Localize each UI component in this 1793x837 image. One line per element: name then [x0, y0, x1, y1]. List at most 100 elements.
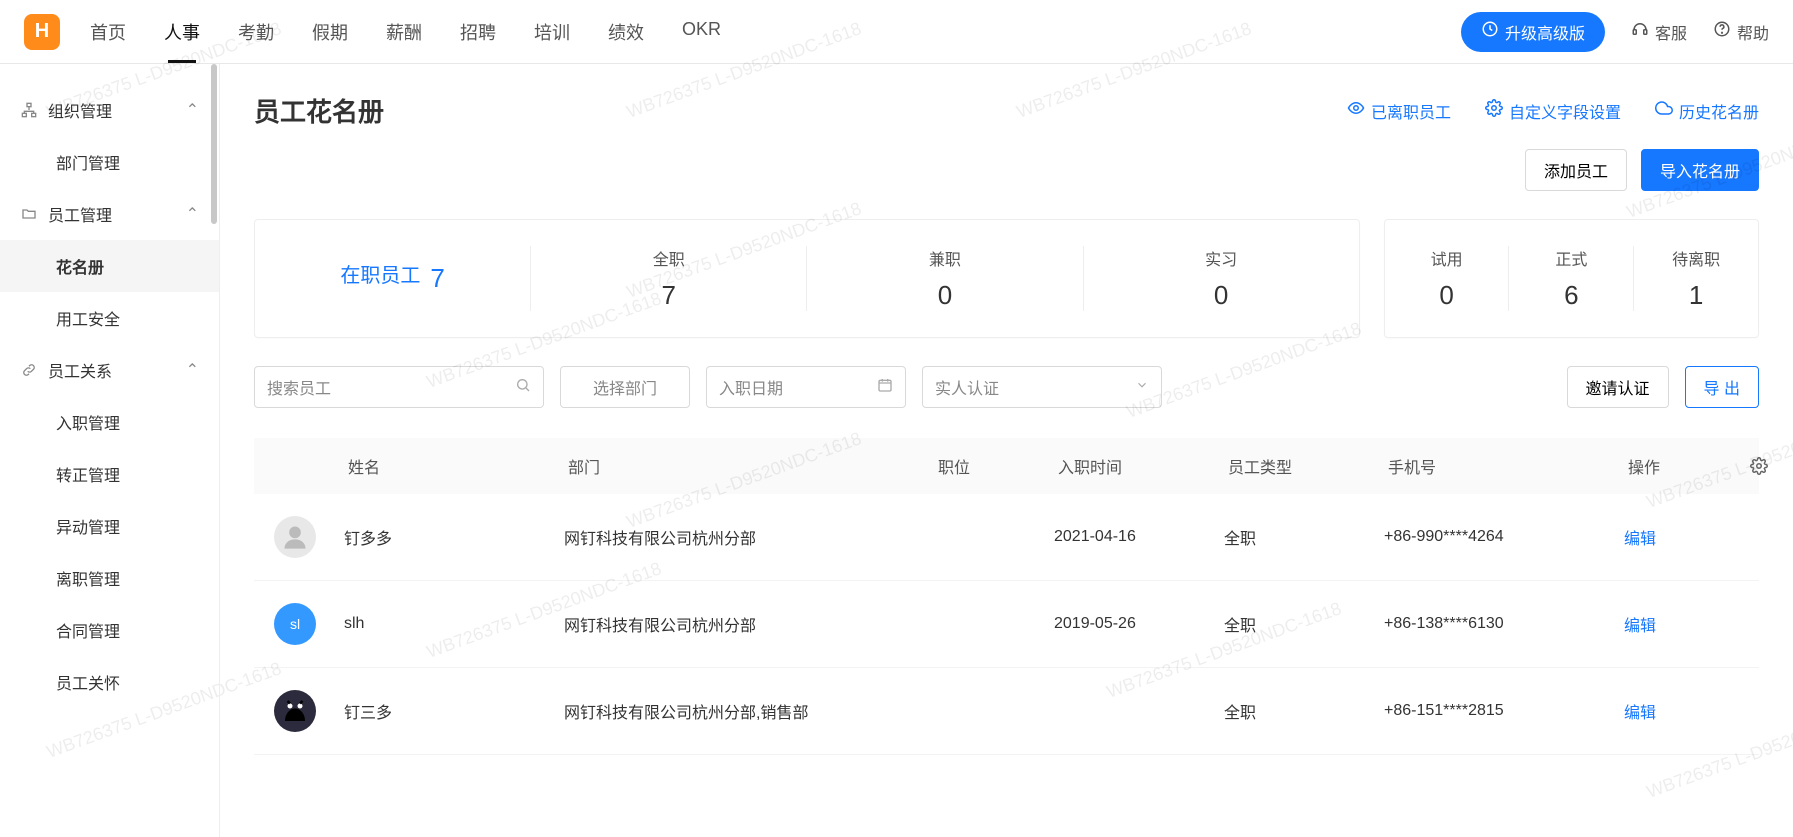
- sidebar-item-contract[interactable]: 合同管理: [0, 604, 219, 656]
- support-link[interactable]: 客服: [1631, 20, 1687, 44]
- page-title: 员工花名册: [254, 92, 384, 129]
- history-link[interactable]: 历史花名册: [1655, 99, 1759, 123]
- stat-label: 正式: [1509, 246, 1633, 270]
- edit-link[interactable]: 编辑: [1624, 612, 1734, 636]
- topnav-holiday[interactable]: 假期: [312, 1, 348, 63]
- stats-card-main: 在职员工 7 全职 7 兼职 0 实习 0: [254, 219, 1360, 338]
- help-icon: [1713, 20, 1731, 43]
- stats-card-secondary: 试用 0 正式 6 待离职 1: [1384, 219, 1759, 338]
- hire-date-label: 入职日期: [719, 375, 783, 399]
- topnav-training[interactable]: 培训: [534, 1, 570, 63]
- help-link[interactable]: 帮助: [1713, 20, 1769, 44]
- import-roster-button[interactable]: 导入花名册: [1641, 149, 1759, 191]
- resigned-label: 已离职员工: [1371, 99, 1451, 123]
- stat-regular[interactable]: 正式 6: [1508, 246, 1633, 311]
- cell-type: 全职: [1224, 699, 1384, 723]
- stat-fulltime[interactable]: 全职 7: [530, 246, 806, 311]
- search-placeholder: 搜索员工: [267, 375, 515, 399]
- crown-icon: [1481, 20, 1499, 43]
- add-employee-button[interactable]: 添加员工: [1525, 149, 1627, 191]
- stat-label: 待离职: [1634, 246, 1758, 270]
- invite-auth-button[interactable]: 邀请认证: [1567, 366, 1669, 408]
- search-input[interactable]: 搜索员工: [254, 366, 544, 408]
- sidebar-item-transfer[interactable]: 异动管理: [0, 500, 219, 552]
- avatar: [274, 516, 316, 558]
- sidebar-item-care[interactable]: 员工关怀: [0, 656, 219, 708]
- topnav-home[interactable]: 首页: [90, 1, 126, 63]
- stat-label: 全职: [531, 246, 806, 270]
- th-hire: 入职时间: [1054, 454, 1224, 478]
- logo[interactable]: H: [24, 14, 60, 50]
- edit-link[interactable]: 编辑: [1624, 699, 1734, 723]
- sidebar-item-regularize[interactable]: 转正管理: [0, 448, 219, 500]
- sidebar-item-onboard[interactable]: 入职管理: [0, 396, 219, 448]
- topnav-okr[interactable]: OKR: [682, 1, 721, 63]
- sidebar-group-employee[interactable]: 员工管理 ⌃: [0, 188, 219, 240]
- sidebar-item-roster[interactable]: 花名册: [0, 240, 219, 292]
- stat-value: 0: [807, 280, 1082, 311]
- topnav-recruit[interactable]: 招聘: [460, 1, 496, 63]
- sidebar-group-org-label: 组织管理: [48, 98, 112, 122]
- stat-label: 实习: [1084, 246, 1359, 270]
- th-dept: 部门: [564, 454, 934, 478]
- sidebar-item-department[interactable]: 部门管理: [0, 136, 219, 188]
- table-row[interactable]: 钉多多 网钉科技有限公司杭州分部 2021-04-16 全职 +86-990**…: [254, 494, 1759, 581]
- sidebar-item-offboard[interactable]: 离职管理: [0, 552, 219, 604]
- resigned-link[interactable]: 已离职员工: [1347, 99, 1451, 123]
- upgrade-label: 升级高级版: [1505, 20, 1585, 44]
- hire-date-picker[interactable]: 入职日期: [706, 366, 906, 408]
- topbar: H 首页 人事 考勤 假期 薪酬 招聘 培训 绩效 OKR 升级高级版 客服 帮…: [0, 0, 1793, 64]
- stat-value: 1: [1634, 280, 1758, 311]
- stat-parttime[interactable]: 兼职 0: [806, 246, 1082, 311]
- stat-value: 7: [531, 280, 806, 311]
- employee-table: 姓名 部门 职位 入职时间 员工类型 手机号 操作 钉多多 网钉科技有限公司杭州…: [254, 438, 1759, 755]
- avatar: sl: [274, 603, 316, 645]
- calendar-icon: [877, 377, 893, 398]
- sidebar: 组织管理 ⌃ 部门管理 员工管理 ⌃ 花名册 用工安全 员工关系 ⌃ 入职管理 …: [0, 64, 220, 837]
- cloud-icon: [1655, 99, 1673, 122]
- real-auth-select[interactable]: 实人认证: [922, 366, 1162, 408]
- real-auth-label: 实人认证: [935, 375, 999, 399]
- stat-value: 7: [430, 263, 444, 294]
- custom-fields-label: 自定义字段设置: [1509, 99, 1621, 123]
- stat-value: 0: [1385, 280, 1509, 311]
- sidebar-group-org[interactable]: 组织管理 ⌃: [0, 84, 219, 136]
- topnav-attendance[interactable]: 考勤: [238, 1, 274, 63]
- cell-phone: +86-138****6130: [1384, 615, 1624, 633]
- stat-label: 在职员工: [340, 259, 420, 288]
- topnav-salary[interactable]: 薪酬: [386, 1, 422, 63]
- cell-hire: 2021-04-16: [1054, 528, 1224, 546]
- sidebar-group-relation-label: 员工关系: [48, 358, 112, 382]
- sidebar-group-relation[interactable]: 员工关系 ⌃: [0, 344, 219, 396]
- cell-type: 全职: [1224, 525, 1384, 549]
- folder-icon: [20, 205, 38, 223]
- department-select[interactable]: 选择部门: [560, 366, 690, 408]
- avatar: [274, 690, 316, 732]
- stat-probation[interactable]: 试用 0: [1385, 246, 1509, 311]
- stat-intern[interactable]: 实习 0: [1083, 246, 1359, 311]
- link-icon: [20, 361, 38, 379]
- table-row[interactable]: sl slh 网钉科技有限公司杭州分部 2019-05-26 全职 +86-13…: [254, 581, 1759, 668]
- department-label: 选择部门: [593, 375, 657, 399]
- cell-name: 钉三多: [344, 699, 564, 723]
- sidebar-scrollbar[interactable]: [211, 64, 217, 224]
- sidebar-group-employee-label: 员工管理: [48, 202, 112, 226]
- stat-value: 6: [1509, 280, 1633, 311]
- sidebar-item-labor-safety[interactable]: 用工安全: [0, 292, 219, 344]
- th-name: 姓名: [344, 454, 564, 478]
- chevron-up-icon: ⌃: [186, 204, 199, 224]
- topnav-hr[interactable]: 人事: [164, 1, 200, 63]
- custom-fields-link[interactable]: 自定义字段设置: [1485, 99, 1621, 123]
- th-phone: 手机号: [1384, 454, 1624, 478]
- stat-pending-leave[interactable]: 待离职 1: [1633, 246, 1758, 311]
- table-row[interactable]: 钉三多 网钉科技有限公司杭州分部,销售部 全职 +86-151****2815 …: [254, 668, 1759, 755]
- headset-icon: [1631, 20, 1649, 43]
- topnav-performance[interactable]: 绩效: [608, 1, 644, 63]
- export-button[interactable]: 导 出: [1685, 366, 1759, 408]
- help-label: 帮助: [1737, 20, 1769, 44]
- table-settings-button[interactable]: [1734, 457, 1784, 475]
- upgrade-button[interactable]: 升级高级版: [1461, 12, 1605, 52]
- stat-active-employees[interactable]: 在职员工 7: [255, 259, 530, 298]
- stat-label: 兼职: [807, 246, 1082, 270]
- edit-link[interactable]: 编辑: [1624, 525, 1734, 549]
